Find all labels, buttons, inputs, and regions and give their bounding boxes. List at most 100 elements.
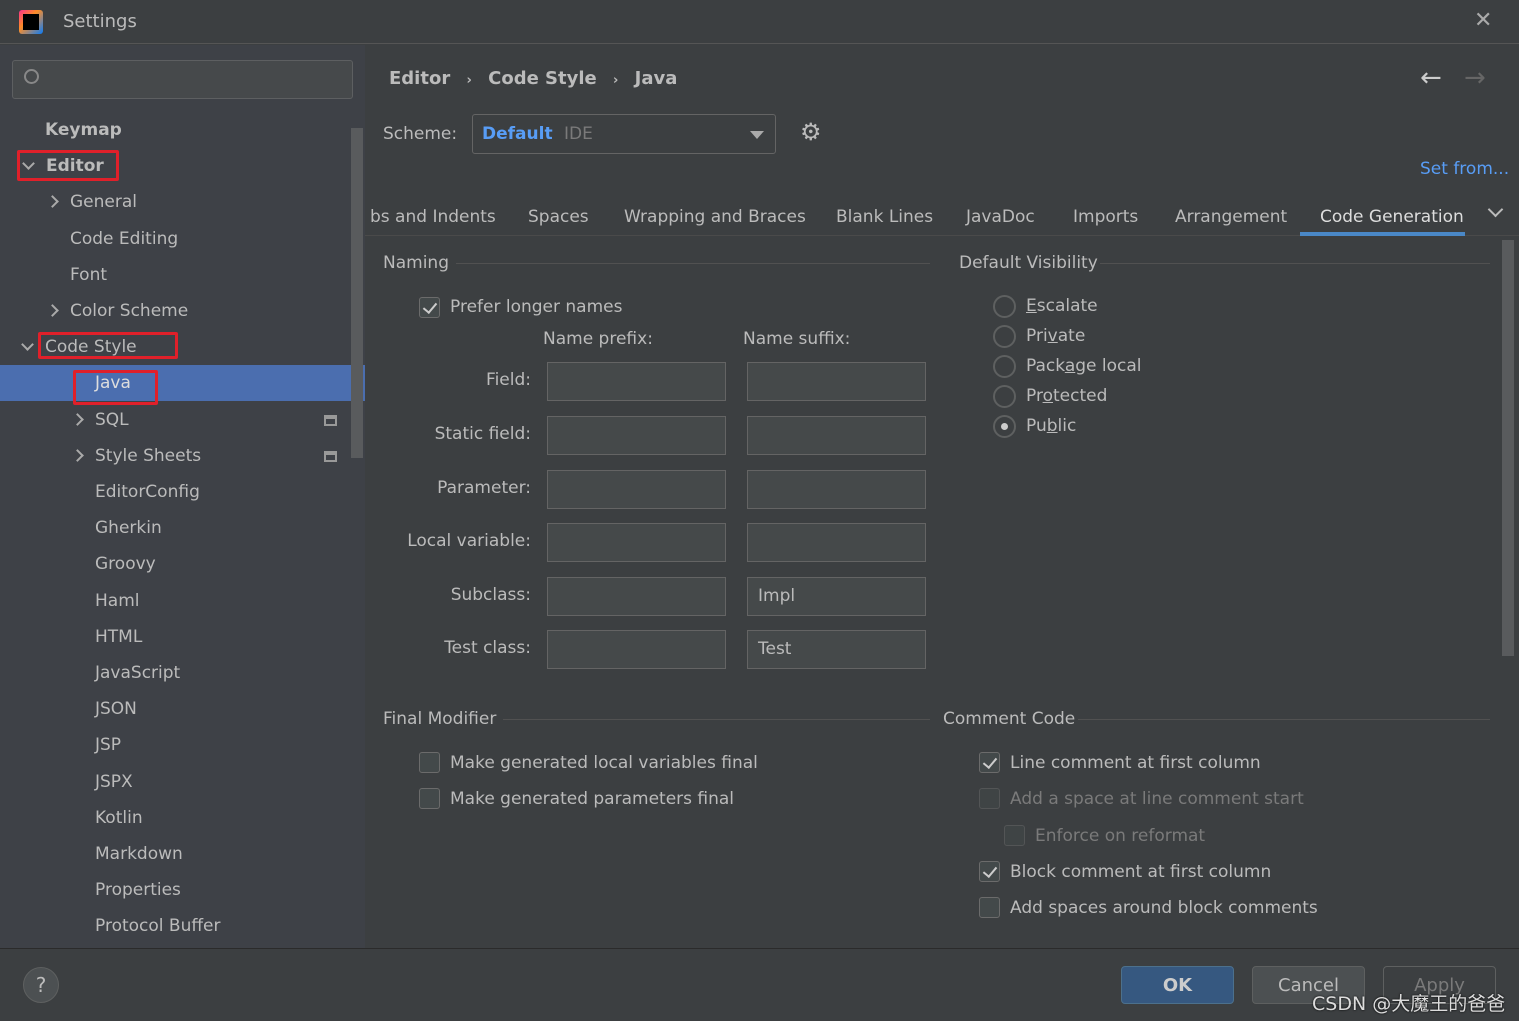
sidebar-scrollbar[interactable]: [351, 128, 363, 458]
chevron-right-icon[interactable]: [71, 412, 84, 426]
sidebar-item-gherkin[interactable]: Gherkin: [0, 510, 365, 546]
chevron-right-icon[interactable]: [46, 195, 59, 209]
sidebar-item-label: Gherkin: [95, 518, 162, 539]
comment-code-checkbox[interactable]: [979, 861, 1000, 882]
tab-code-generation[interactable]: Code Generation: [1320, 205, 1464, 235]
chevron-down-icon[interactable]: [21, 338, 34, 352]
divider: [456, 263, 930, 264]
radio-escalate[interactable]: [993, 295, 1016, 318]
name-prefix-input[interactable]: [547, 630, 726, 669]
help-button[interactable]: ?: [23, 967, 59, 1003]
tab-bs-and-indents[interactable]: bs and Indents: [370, 205, 496, 235]
prefer-longer-checkbox[interactable]: [419, 297, 440, 318]
sidebar-item-sql[interactable]: SQL: [0, 402, 365, 438]
tab-wrapping-and-braces[interactable]: Wrapping and Braces: [624, 205, 806, 235]
radio-private[interactable]: [993, 325, 1016, 348]
title-bar: Settings ✕: [0, 0, 1519, 44]
chevron-right-icon[interactable]: [71, 448, 84, 462]
set-from-link[interactable]: Set from...: [1420, 159, 1509, 179]
comment-code-label: Block comment at first column: [1010, 862, 1272, 882]
breadcrumb-editor[interactable]: Editor: [389, 68, 450, 89]
sidebar-item-keymap[interactable]: Keymap: [0, 112, 365, 148]
sidebar-item-style-sheets[interactable]: Style Sheets: [0, 438, 365, 474]
radio-label: Package local: [1026, 356, 1142, 376]
breadcrumb-code-style[interactable]: Code Style: [488, 68, 597, 89]
sidebar-item-font[interactable]: Font: [0, 257, 365, 293]
radio-protected[interactable]: [993, 385, 1016, 408]
name-suffix-input[interactable]: Test: [747, 630, 926, 669]
search-field[interactable]: [53, 65, 343, 93]
sidebar-item-jsp[interactable]: JSP: [0, 727, 365, 763]
window-title: Settings: [63, 11, 137, 32]
sidebar-item-general[interactable]: General: [0, 184, 365, 220]
back-arrow-icon[interactable]: ←: [1420, 63, 1442, 93]
comment-code-checkbox[interactable]: [1004, 825, 1025, 846]
name-suffix-input[interactable]: [747, 362, 926, 401]
tab-arrangement[interactable]: Arrangement: [1175, 205, 1287, 235]
search-input[interactable]: [12, 60, 353, 99]
tab-imports[interactable]: Imports: [1073, 205, 1138, 235]
sidebar-item-groovy[interactable]: Groovy: [0, 546, 365, 582]
sidebar-item-label: EditorConfig: [95, 482, 200, 502]
sidebar-item-color-scheme[interactable]: Color Scheme: [0, 293, 365, 329]
sidebar-item-haml[interactable]: Haml: [0, 583, 365, 619]
name-prefix-input[interactable]: [547, 523, 726, 562]
scheme-type: IDE: [563, 124, 593, 144]
chevron-right-icon[interactable]: [46, 304, 59, 317]
tab-javadoc[interactable]: JavaDoc: [966, 205, 1035, 235]
radio-package-local[interactable]: [993, 355, 1016, 378]
sidebar-item-protocol-buffer[interactable]: Protocol Buffer: [0, 908, 365, 944]
content-scrollbar[interactable]: [1502, 240, 1514, 656]
name-prefix-input[interactable]: [547, 362, 726, 401]
divider: [503, 719, 930, 720]
radio-public[interactable]: [993, 415, 1016, 438]
name-suffix-input[interactable]: [747, 416, 926, 455]
sidebar-item-code-editing[interactable]: Code Editing: [0, 221, 365, 257]
sidebar-item-kotlin[interactable]: Kotlin: [0, 800, 365, 836]
final-modifier-checkbox[interactable]: [419, 752, 440, 773]
sidebar-item-jspx[interactable]: JSPX: [0, 764, 365, 800]
naming-row-label: Parameter:: [437, 478, 531, 498]
name-prefix-input[interactable]: [547, 470, 726, 509]
name-prefix-input[interactable]: [547, 577, 726, 616]
name-suffix-input[interactable]: [747, 523, 926, 562]
intellij-logo-icon: [19, 10, 43, 34]
comment-code-checkbox[interactable]: [979, 752, 1000, 773]
sidebar-item-label: Markdown: [95, 844, 183, 864]
tab-blank-lines[interactable]: Blank Lines: [836, 205, 933, 235]
tabs-overflow-icon[interactable]: [1487, 201, 1504, 218]
gear-icon[interactable]: ⚙: [800, 118, 822, 146]
comment-code-checkbox[interactable]: [979, 788, 1000, 809]
ok-button[interactable]: OK: [1121, 966, 1234, 1004]
sidebar-item-javascript[interactable]: JavaScript: [0, 655, 365, 691]
comment-code-checkbox[interactable]: [979, 897, 1000, 918]
sidebar-item-label: Haml: [95, 590, 140, 611]
forward-arrow-icon[interactable]: →: [1464, 63, 1486, 93]
comment-code-label: Enforce on reformat: [1035, 826, 1206, 846]
sidebar-item-label: Font: [70, 264, 108, 285]
sidebar-item-properties[interactable]: Properties: [0, 872, 365, 908]
final-modifier-checkbox[interactable]: [419, 788, 440, 809]
tab-spaces[interactable]: Spaces: [528, 205, 589, 235]
radio-label: Public: [1026, 416, 1077, 436]
highlight-box: [17, 150, 119, 181]
comment-code-title: Comment Code: [943, 709, 1076, 729]
name-prefix-input[interactable]: [547, 416, 726, 455]
sidebar-item-label: JSON: [95, 699, 137, 720]
sidebar-item-java[interactable]: Java: [0, 365, 365, 402]
final-modifier-label: Make generated local variables final: [450, 753, 758, 773]
sidebar-item-json[interactable]: JSON: [0, 691, 365, 727]
sidebar-item-markdown[interactable]: Markdown: [0, 836, 365, 872]
sidebar-item-editorconfig[interactable]: EditorConfig: [0, 474, 365, 510]
naming-row-label: Test class:: [444, 638, 531, 658]
scheme-dropdown[interactable]: Default IDE: [472, 114, 776, 154]
sidebar-item-html[interactable]: HTML: [0, 619, 365, 655]
name-suffix-input[interactable]: [747, 470, 926, 509]
close-icon[interactable]: ✕: [1474, 8, 1492, 33]
chevron-down-icon: [750, 131, 764, 139]
scheme-label: Scheme:: [383, 124, 458, 144]
name-suffix-input[interactable]: Impl: [747, 577, 926, 616]
settings-sidebar: Keymap Editor General Code Editing Font Color…: [0, 45, 365, 948]
sidebar-item-label: Protocol Buffer: [95, 916, 221, 937]
comment-code-label: Add spaces around block comments: [1010, 898, 1318, 918]
